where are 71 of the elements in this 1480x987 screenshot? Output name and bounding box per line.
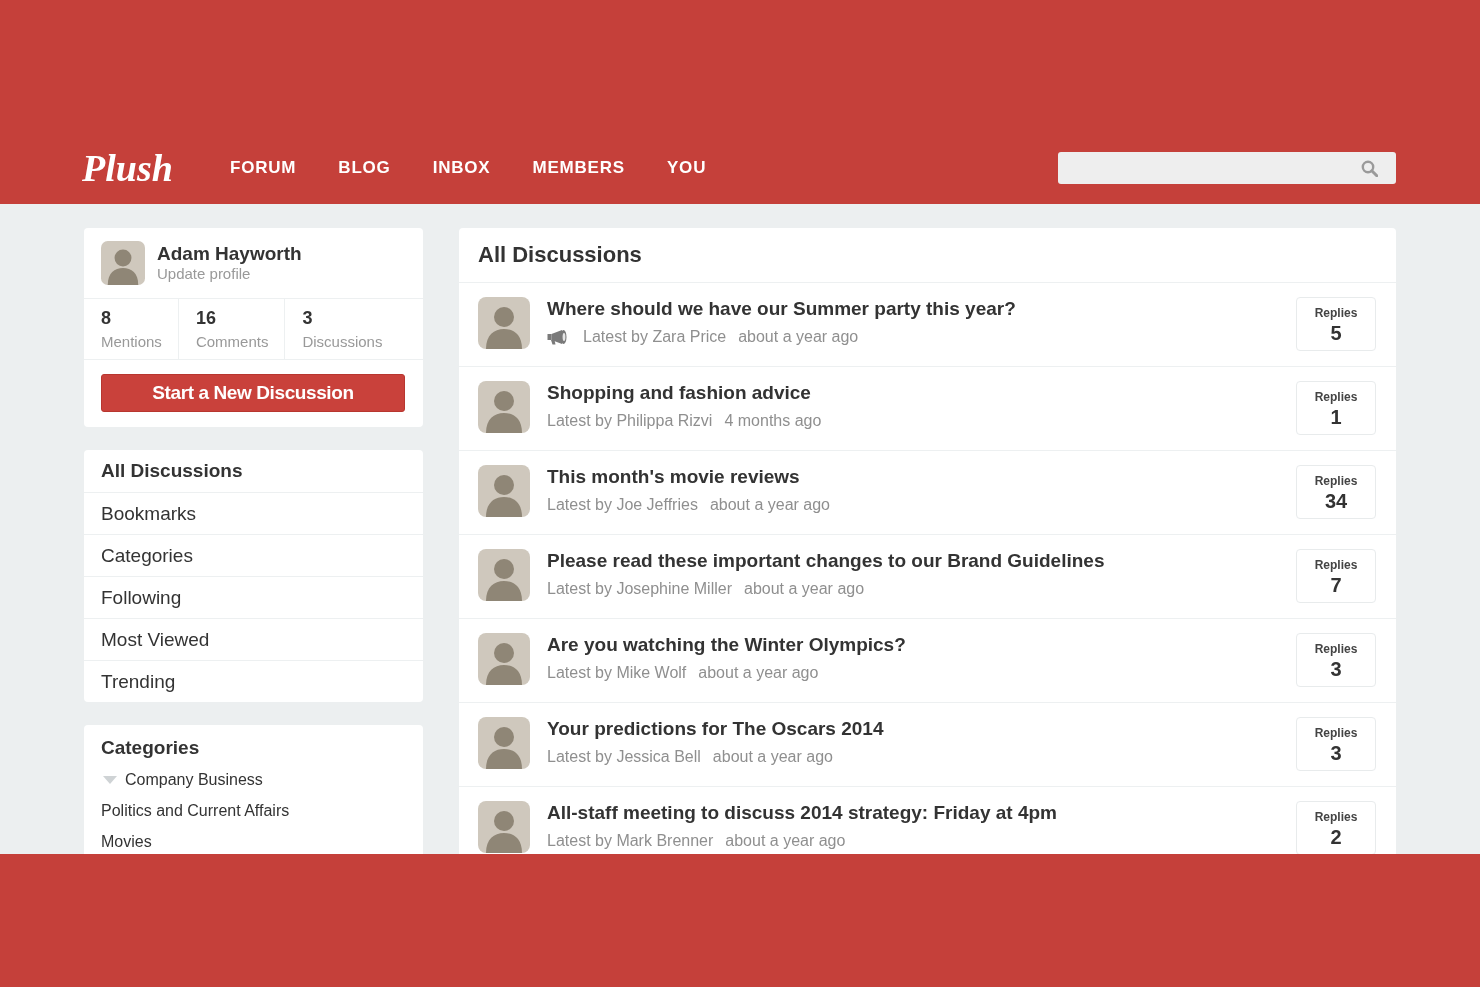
- avatar-icon: [478, 717, 530, 769]
- replies-count: 7: [1330, 573, 1342, 597]
- replies-count: 1: [1330, 405, 1342, 429]
- avatar-icon: [478, 297, 530, 349]
- nav-link[interactable]: MEMBERS: [532, 157, 625, 179]
- discussion-title[interactable]: All-staff meeting to discuss 2014 strategy: Friday at 4pm: [547, 801, 1057, 825]
- sidebar-item[interactable]: Bookmarks: [84, 492, 423, 534]
- replies-count: 5: [1330, 321, 1342, 345]
- replies-label: Replies: [1314, 305, 1358, 321]
- replies-label: Replies: [1314, 809, 1358, 825]
- latest-author: Latest by Zara Price: [583, 327, 727, 347]
- replies-label: Replies: [1314, 389, 1358, 405]
- latest-author: Latest by Philippa Rizvi: [547, 411, 713, 431]
- timestamp: about a year ago: [738, 327, 859, 347]
- nav-link[interactable]: INBOX: [432, 157, 491, 179]
- avatar-icon: [101, 241, 145, 285]
- latest-author: Latest by Jessica Bell: [547, 747, 701, 767]
- category-item[interactable]: Politics and Current Affairs: [101, 801, 290, 820]
- stat-count: 8: [101, 307, 111, 329]
- sidebar-item[interactable]: Following: [84, 576, 423, 618]
- profile-name[interactable]: Adam Hayworth: [157, 243, 302, 265]
- logo[interactable]: Plush: [82, 148, 173, 188]
- avatar-icon: [478, 549, 530, 601]
- panel-title: All Discussions: [478, 242, 642, 268]
- replies-label: Replies: [1314, 641, 1358, 657]
- discussion-title[interactable]: Your predictions for The Oscars 2014: [547, 717, 884, 741]
- discussion-title[interactable]: This month's movie reviews: [547, 465, 800, 489]
- replies-label: Replies: [1314, 725, 1358, 741]
- search-icon[interactable]: [1361, 159, 1378, 177]
- replies-label: Replies: [1314, 557, 1358, 573]
- avatar-icon: [478, 465, 530, 517]
- latest-author: Latest by Mike Wolf: [547, 663, 687, 683]
- timestamp: about a year ago: [709, 495, 830, 515]
- replies-label: Replies: [1314, 473, 1358, 489]
- stat-count: 16: [195, 307, 216, 329]
- triangle-icon[interactable]: [103, 775, 117, 784]
- timestamp: about a year ago: [712, 747, 833, 767]
- latest-author: Latest by Mark Brenner: [547, 831, 714, 851]
- avatar-icon: [478, 381, 530, 433]
- nav-link[interactable]: BLOG: [338, 157, 391, 179]
- categories-heading: Categories: [101, 736, 201, 760]
- sidebar-item[interactable]: Most Viewed: [84, 618, 423, 660]
- category-item[interactable]: Company Business: [125, 770, 263, 789]
- sidebar-item[interactable]: Trending: [84, 660, 423, 702]
- category-item[interactable]: Movies: [101, 832, 152, 851]
- discussion-title[interactable]: Please read these important changes to our Brand Guidelines: [547, 549, 1105, 573]
- replies-count: 2: [1330, 825, 1342, 849]
- latest-author: Latest by Josephine Miller: [547, 579, 732, 599]
- timestamp: about a year ago: [698, 663, 819, 683]
- new-discussion-button[interactable]: Start a New Discussion: [101, 374, 405, 412]
- sidebar-item[interactable]: Categories: [84, 534, 423, 576]
- timestamp: about a year ago: [725, 831, 846, 851]
- stat-label: Mentions: [101, 333, 162, 351]
- avatar-icon: [478, 633, 530, 685]
- stat-count: 3: [302, 307, 313, 329]
- latest-author: Latest by Joe Jeffries: [547, 495, 698, 515]
- avatar-icon: [478, 801, 530, 853]
- discussion-title[interactable]: Where should we have our Summer party this year?: [547, 297, 1016, 321]
- nav-link[interactable]: FORUM: [230, 157, 297, 179]
- discussion-title[interactable]: Shopping and fashion advice: [547, 381, 811, 405]
- stat-label: Discussions: [302, 333, 383, 351]
- replies-count: 3: [1330, 741, 1342, 765]
- replies-count: 34: [1324, 489, 1348, 513]
- replies-count: 3: [1330, 657, 1342, 681]
- discussion-title[interactable]: Are you watching the Winter Olympics?: [547, 633, 906, 657]
- sidebar-item[interactable]: All Discussions: [84, 450, 423, 492]
- timestamp: about a year ago: [744, 579, 865, 599]
- timestamp: 4 months ago: [724, 411, 822, 431]
- nav-link[interactable]: YOU: [667, 157, 707, 179]
- stat-label: Comments: [195, 333, 269, 351]
- search-field[interactable]: [1058, 152, 1396, 184]
